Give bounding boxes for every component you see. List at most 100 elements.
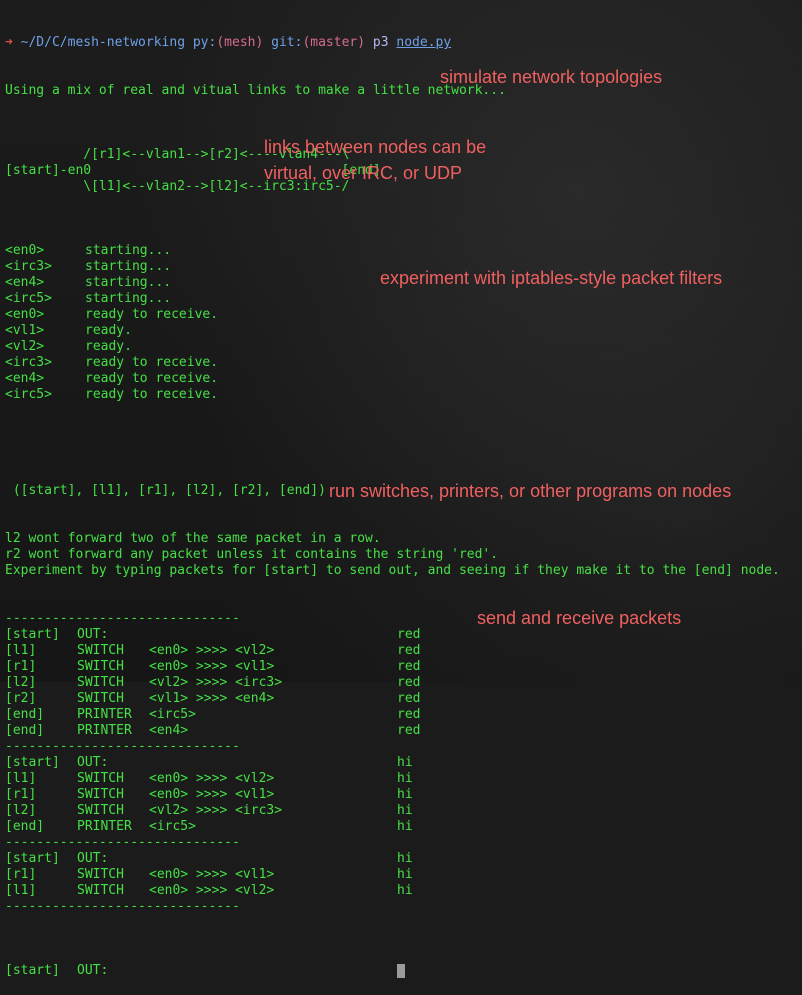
status-message: ready to receive.	[85, 307, 219, 322]
separator-line: ------------------------------	[5, 739, 240, 754]
node-action: SWITCH	[77, 867, 124, 882]
startup-row: <en0> ready to receive.	[5, 307, 802, 323]
final-node: [start]	[5, 963, 60, 978]
link-tag: <vl2>	[5, 339, 45, 354]
table-row: [r1] SWITCH <en0> >>>> <vl1> hi	[5, 867, 802, 883]
annotation-packets: send and receive packets	[477, 608, 682, 628]
table-row: [end] PRINTER <irc5> red	[5, 707, 802, 723]
final-prompt-row[interactable]: [start] OUT:	[5, 963, 802, 979]
startup-row: <irc5> starting...	[5, 291, 802, 307]
table-row: [l1] SWITCH <en0> >>>> <vl2> hi	[5, 883, 802, 899]
node-action: SWITCH	[77, 675, 124, 690]
prompt-py-label: py:	[192, 35, 217, 50]
packet-payload: hi	[397, 803, 413, 818]
packet-log: ------------------------------ [start] OUT…	[5, 611, 802, 931]
link-tag: <irc5>	[5, 291, 52, 306]
annotation-topologies: simulate network topologies	[440, 67, 663, 87]
node-name: [end]	[5, 819, 45, 834]
startup-row: <irc3> ready to receive.	[5, 355, 802, 371]
link-route: <en0> >>>> <vl2>	[149, 771, 275, 786]
rule-line: Experiment by typing packets for [start]…	[5, 563, 780, 578]
link-tag: <en0>	[5, 307, 45, 322]
link-tag: <en4>	[5, 275, 45, 290]
status-message: starting...	[85, 243, 172, 258]
link-route: <en0> >>>> <vl2>	[149, 643, 275, 658]
node-name: [end]	[5, 723, 45, 738]
table-row: [r2] SWITCH <vl1> >>>> <en4> red	[5, 691, 802, 707]
packet-payload: hi	[397, 867, 413, 882]
table-row: [l1] SWITCH <en0> >>>> <vl2> hi	[5, 771, 802, 787]
node-name: [r2]	[5, 691, 37, 706]
prompt-file-link[interactable]: node.py	[396, 35, 451, 50]
node-action: PRINTER	[77, 723, 132, 738]
link-route: <en4>	[149, 723, 189, 738]
node-action: SWITCH	[77, 803, 124, 818]
node-action: PRINTER	[77, 707, 132, 722]
link-tag: <en0>	[5, 243, 45, 258]
status-message: ready to receive.	[85, 387, 219, 402]
node-action: SWITCH	[77, 771, 124, 786]
link-route: <en0> >>>> <vl1>	[149, 867, 275, 882]
table-row: [start] OUT: red	[5, 627, 802, 643]
packet-payload: hi	[397, 771, 413, 786]
packet-payload: red	[397, 643, 421, 658]
link-tag: <irc5>	[5, 387, 52, 402]
packet-payload: hi	[397, 819, 413, 834]
node-name: [l2]	[5, 675, 37, 690]
packet-payload: red	[397, 675, 421, 690]
prompt-git-branch: (master)	[302, 35, 366, 50]
table-row: [start] OUT: hi	[5, 851, 802, 867]
packet-payload: hi	[397, 787, 413, 802]
link-route: <en0> >>>> <vl1>	[149, 659, 275, 674]
status-message: ready.	[85, 339, 132, 354]
node-name: [r1]	[5, 659, 37, 674]
status-message: ready to receive.	[85, 355, 219, 370]
separator-line: ------------------------------	[5, 835, 240, 850]
table-row: [l2] SWITCH <vl2> >>>> <irc3> hi	[5, 803, 802, 819]
packet-payload: red	[397, 707, 421, 722]
packet-payload: hi	[397, 851, 413, 866]
rule-line: l2 wont forward two of the same packet i…	[5, 531, 381, 546]
node-action: SWITCH	[77, 883, 124, 898]
node-action: SWITCH	[77, 643, 124, 658]
text-cursor[interactable]	[397, 964, 405, 978]
startup-row: <en0> starting...	[5, 243, 802, 259]
startup-row: <en4> ready to receive.	[5, 371, 802, 387]
status-message: ready to receive.	[85, 371, 219, 386]
status-message: starting...	[85, 291, 172, 306]
table-row: [r1] SWITCH <en0> >>>> <vl1> red	[5, 659, 802, 675]
node-name: [start]	[5, 851, 60, 866]
packet-payload: hi	[397, 883, 413, 898]
packet-payload: red	[397, 723, 421, 738]
node-name: [start]	[5, 627, 60, 642]
packet-payload: hi	[397, 755, 413, 770]
status-message: starting...	[85, 259, 172, 274]
node-name: [l1]	[5, 771, 37, 786]
annotation-links: links between nodes can be virtual, over…	[264, 137, 487, 183]
node-action: SWITCH	[77, 691, 124, 706]
final-action: OUT:	[77, 963, 109, 978]
status-message: ready.	[85, 323, 132, 338]
table-row: [r1] SWITCH <en0> >>>> <vl1> hi	[5, 787, 802, 803]
separator-line: ------------------------------	[5, 899, 240, 914]
annotation-filters: experiment with iptables-style packet fi…	[380, 268, 723, 288]
link-tag: <vl1>	[5, 323, 45, 338]
packet-payload: red	[397, 659, 421, 674]
packet-payload: red	[397, 627, 421, 642]
link-tag: <irc3>	[5, 355, 52, 370]
link-route: <irc5>	[149, 819, 196, 834]
status-message: starting...	[85, 275, 172, 290]
link-route: <vl2> >>>> <irc3>	[149, 803, 283, 818]
filter-rules: l2 wont forward two of the same packet i…	[5, 531, 802, 579]
prompt-path: ~/D/C/mesh-networking	[20, 35, 186, 50]
table-row: [end] PRINTER <en4> red	[5, 723, 802, 739]
table-row: [end] PRINTER <irc5> hi	[5, 819, 802, 835]
node-action: SWITCH	[77, 659, 124, 674]
startup-row: <irc5> ready to receive.	[5, 387, 802, 403]
node-action: OUT:	[77, 851, 109, 866]
intro-line: Using a mix of real and vitual links to …	[5, 83, 506, 98]
packet-payload: red	[397, 691, 421, 706]
node-name: [start]	[5, 755, 60, 770]
